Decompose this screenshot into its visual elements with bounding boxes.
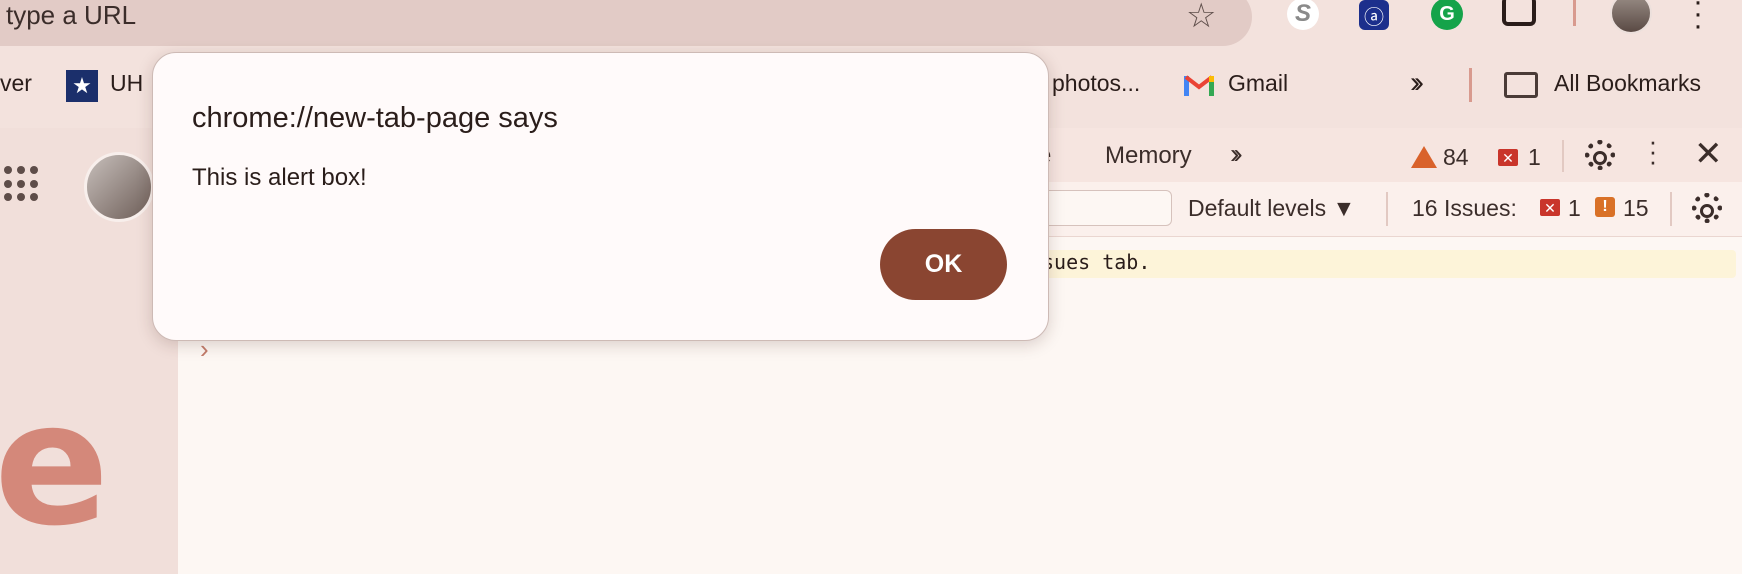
- warning-triangle-icon[interactable]: [1411, 146, 1437, 168]
- bookmark-photos[interactable]: photos...: [1052, 70, 1140, 97]
- errors-count[interactable]: 1: [1528, 144, 1541, 171]
- console-message-text: sues tab.: [1042, 250, 1151, 274]
- bookmark-partial[interactable]: ver: [0, 70, 32, 97]
- issues-error-icon[interactable]: ✕: [1540, 199, 1560, 216]
- dialog-message: This is alert box!: [192, 164, 367, 191]
- gmail-icon[interactable]: [1184, 74, 1214, 96]
- issues-warnings-count[interactable]: 15: [1623, 195, 1649, 222]
- profile-avatar[interactable]: [1610, 0, 1652, 34]
- toolbar-divider: [1573, 0, 1576, 26]
- close-devtools-icon[interactable]: ✕: [1694, 134, 1723, 174]
- page-avatar[interactable]: [84, 152, 154, 222]
- grammarly-icon[interactable]: G: [1431, 0, 1463, 30]
- apps-grid-icon[interactable]: [4, 166, 38, 202]
- uh-star-icon[interactable]: ★: [66, 70, 98, 102]
- extension-a-icon[interactable]: ⓐ: [1359, 0, 1389, 30]
- extension-s-icon[interactable]: S: [1287, 0, 1319, 30]
- console-settings-gear-icon[interactable]: [1692, 193, 1722, 223]
- chrome-menu-icon[interactable]: · · ·: [1692, 0, 1704, 41]
- logo-letter: e: [0, 366, 110, 564]
- issues-warning-icon[interactable]: !: [1595, 197, 1615, 217]
- bookmark-gmail[interactable]: Gmail: [1228, 70, 1288, 97]
- devtools-menu-icon[interactable]: · · ·: [1648, 128, 1658, 174]
- extensions-puzzle-icon[interactable]: [1502, 0, 1536, 26]
- more-tabs-chevron-icon[interactable]: ››: [1230, 138, 1242, 170]
- default-levels-dropdown[interactable]: Default levels ▼: [1188, 195, 1355, 222]
- filter-divider: [1386, 192, 1388, 226]
- address-bar-text[interactable]: type a URL: [6, 0, 136, 31]
- error-icon[interactable]: ✕: [1498, 149, 1518, 166]
- all-bookmarks[interactable]: All Bookmarks: [1554, 70, 1701, 97]
- warnings-count[interactable]: 84: [1443, 144, 1469, 171]
- dialog-title: chrome://new-tab-page says: [192, 102, 558, 134]
- bookmark-uh[interactable]: UH: [110, 70, 143, 97]
- bookmarks-divider: [1469, 68, 1472, 102]
- tabbar-divider: [1562, 140, 1564, 172]
- filter-divider-2: [1670, 192, 1672, 226]
- folder-icon[interactable]: [1504, 72, 1538, 98]
- more-bookmarks-chevron-icon[interactable]: ››: [1410, 66, 1424, 100]
- address-bar[interactable]: [0, 0, 1252, 46]
- devtools-settings-gear-icon[interactable]: [1585, 140, 1615, 170]
- bookmark-star-icon[interactable]: ☆: [1186, 0, 1216, 36]
- issues-label[interactable]: 16 Issues:: [1412, 195, 1517, 222]
- tab-memory[interactable]: Memory: [1105, 142, 1192, 170]
- issues-errors-count[interactable]: 1: [1568, 195, 1581, 222]
- ok-button[interactable]: OK: [880, 229, 1007, 300]
